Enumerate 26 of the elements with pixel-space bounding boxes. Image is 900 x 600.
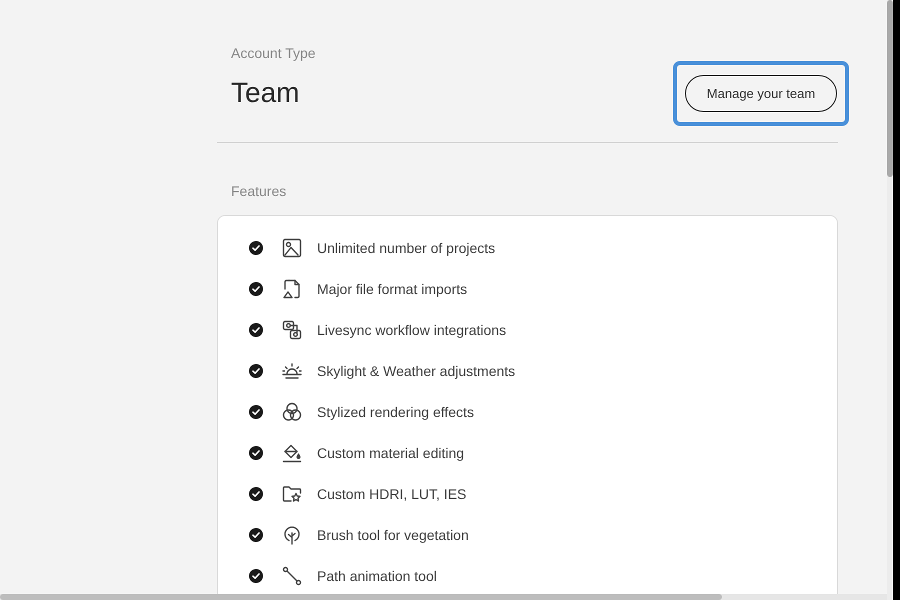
tree-icon: [282, 524, 302, 544]
feature-label: Brush tool for vegetation: [317, 526, 469, 544]
section-label: Account Type: [231, 44, 316, 63]
overlapping-circles-icon: [282, 402, 302, 422]
feature-label: Skylight & Weather adjustments: [317, 362, 516, 380]
manage-team-button[interactable]: Manage your team: [685, 75, 837, 112]
vertical-scrollbar[interactable]: [887, 0, 893, 600]
section-label: Features: [231, 183, 286, 199]
image-icon: [282, 238, 302, 258]
scrollbar-thumb[interactable]: [887, 0, 893, 177]
scrollbar-thumb[interactable]: [0, 594, 722, 600]
feature-label: Unlimited number of projects: [317, 238, 496, 258]
paint-bucket-icon: [282, 442, 302, 462]
horizontal-scrollbar[interactable]: [0, 594, 887, 600]
linked-squares-icon: [282, 320, 302, 340]
sunset-icon: [282, 360, 302, 380]
feature-label: Custom material editing: [317, 444, 464, 462]
feature-label: Major file format imports: [317, 280, 468, 298]
file-image-icon: [282, 278, 302, 298]
account-type-value: Team: [231, 76, 300, 110]
path-nodes-icon: [282, 566, 302, 586]
star-folder-icon: [282, 484, 302, 504]
feature-label: Livesync workflow integrations: [317, 320, 506, 340]
feature-label: Stylized rendering effects: [317, 402, 474, 422]
feature-label: Path animation tool: [317, 566, 437, 586]
feature-label: Custom HDRI, LUT, IES: [317, 484, 466, 504]
